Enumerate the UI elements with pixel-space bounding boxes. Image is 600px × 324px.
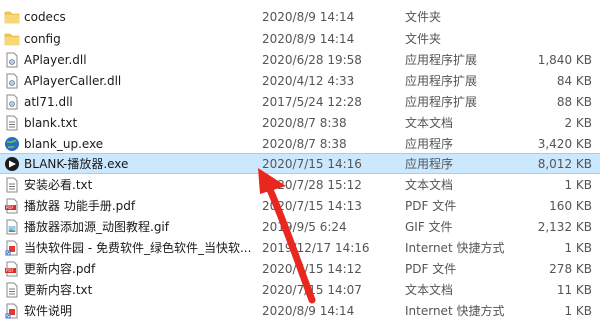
file-size: 3,420 KB: [537, 137, 592, 151]
file-size: 160 KB: [549, 199, 592, 213]
file-name: APlayer.dll: [24, 53, 87, 67]
file-size: 278 KB: [549, 262, 592, 276]
player-app-icon: [4, 156, 20, 172]
file-type: 应用程序: [405, 157, 454, 171]
file-name: blank_up.exe: [24, 137, 104, 151]
file-name: 安装必看.txt: [24, 178, 93, 192]
file-date: 2020/8/9 14:14: [262, 304, 355, 318]
dll-file-icon: [4, 94, 20, 110]
file-row[interactable]: PDF 更新内容.pdf 2020/7/15 14:12 PDF 文件 278 KB: [0, 259, 600, 280]
file-type: Internet 快捷方式: [405, 304, 505, 318]
file-type: 文本文档: [405, 283, 454, 297]
file-name: BLANK-播放器.exe: [24, 157, 129, 171]
internet-shortcut-icon: [4, 240, 20, 256]
file-type: 文件夹: [405, 32, 442, 46]
file-row[interactable]: PDF 播放器 功能手册.pdf 2020/7/15 14:13 PDF 文件 160 …: [0, 196, 600, 217]
file-size: 1 KB: [564, 241, 592, 255]
file-date: 2020/8/9 14:14: [262, 10, 355, 24]
pdf-file-icon: PDF: [4, 198, 20, 214]
file-date: 2020/8/9 14:14: [262, 32, 355, 46]
dll-file-icon: [4, 73, 20, 89]
file-date: 2020/8/7 8:38: [262, 116, 347, 130]
folder-icon: [4, 31, 20, 47]
file-date: 2020/7/28 15:12: [262, 178, 362, 192]
file-row[interactable]: blank_up.exe 2020/8/7 8:38 应用程序 3,420 KB: [0, 134, 600, 155]
file-name: 软件说明: [24, 304, 73, 318]
file-size: 8,012 KB: [537, 157, 592, 171]
file-date: 2020/6/28 19:58: [262, 53, 362, 67]
file-type: PDF 文件: [405, 262, 457, 276]
file-size: 1 KB: [564, 178, 592, 192]
file-date: 2020/7/15 14:13: [262, 199, 362, 213]
image-file-icon: [4, 219, 20, 235]
file-name: atl71.dll: [24, 95, 73, 109]
file-date: 2020/8/7 8:38: [262, 137, 347, 151]
file-row[interactable]: codecs 2020/8/9 14:14 文件夹: [0, 7, 600, 28]
folder-icon: [4, 9, 20, 25]
file-type: 应用程序扩展: [405, 74, 478, 88]
file-name: config: [24, 32, 61, 46]
file-row[interactable]: 当快软件园 - 免费软件_绿色软件_当快软... 2019/12/17 14:16…: [0, 238, 600, 259]
file-row[interactable]: 播放器添加源_动图教程.gif 2019/9/5 6:24 GIF 文件 2,132 …: [0, 217, 600, 238]
file-date: 2017/5/24 12:28: [262, 95, 362, 109]
file-row[interactable]: blank.txt 2020/8/7 8:38 文本文档 2 KB: [0, 113, 600, 134]
file-name: 更新内容.pdf: [24, 262, 96, 276]
file-size: 1 KB: [564, 304, 592, 318]
file-row[interactable]: APlayer.dll 2020/6/28 19:58 应用程序扩展 1,840 KB: [0, 50, 600, 71]
file-type: PDF 文件: [405, 199, 457, 213]
file-size: 1,840 KB: [537, 53, 592, 67]
file-name: 播放器添加源_动图教程.gif: [24, 220, 169, 234]
file-name: codecs: [24, 10, 66, 24]
file-name: 更新内容.txt: [24, 283, 93, 297]
file-date: 2019/9/5 6:24: [262, 220, 347, 234]
file-row[interactable]: 软件说明 2020/8/9 14:14 Internet 快捷方式 1 KB: [0, 301, 600, 322]
svg-text:PDF: PDF: [6, 205, 14, 210]
text-file-icon: [4, 282, 20, 298]
file-date: 2019/12/17 14:16: [262, 241, 370, 255]
file-date: 2020/4/12 4:33: [262, 74, 355, 88]
file-type: 文件夹: [405, 10, 442, 24]
file-date: 2020/7/15 14:12: [262, 262, 362, 276]
file-name: 当快软件园 - 免费软件_绿色软件_当快软...: [24, 241, 252, 255]
file-name: blank.txt: [24, 116, 78, 130]
file-type: 应用程序扩展: [405, 95, 478, 109]
globe-app-icon: [4, 136, 20, 152]
file-row[interactable]: 更新内容.txt 2020/7/15 14:07 文本文档 11 KB: [0, 280, 600, 301]
file-type: 文本文档: [405, 178, 454, 192]
internet-shortcut-icon: [4, 303, 20, 319]
file-date: 2020/7/15 14:16: [262, 157, 362, 171]
file-row[interactable]: atl71.dll 2017/5/24 12:28 应用程序扩展 88 KB: [0, 92, 600, 113]
text-file-icon: [4, 177, 20, 193]
pdf-file-icon: PDF: [4, 261, 20, 277]
file-date: 2020/7/15 14:07: [262, 283, 362, 297]
file-size: 2,132 KB: [537, 220, 592, 234]
dll-file-icon: [4, 52, 20, 68]
file-row[interactable]: BLANK-播放器.exe 2020/7/15 14:16 应用程序 8,012 KB: [0, 153, 600, 174]
file-type: Internet 快捷方式: [405, 241, 505, 255]
file-type: 文本文档: [405, 116, 454, 130]
file-row[interactable]: config 2020/8/9 14:14 文件夹: [0, 29, 600, 50]
file-size: 2 KB: [564, 116, 592, 130]
file-name: APlayerCaller.dll: [24, 74, 122, 88]
text-file-icon: [4, 115, 20, 131]
file-type: 应用程序: [405, 137, 454, 151]
file-type: 应用程序扩展: [405, 53, 478, 67]
file-name: 播放器 功能手册.pdf: [24, 199, 136, 213]
file-size: 84 KB: [556, 74, 592, 88]
svg-text:PDF: PDF: [6, 268, 14, 273]
file-size: 11 KB: [556, 283, 592, 297]
file-type: GIF 文件: [405, 220, 453, 234]
file-row[interactable]: 安装必看.txt 2020/7/28 15:12 文本文档 1 KB: [0, 175, 600, 196]
file-size: 88 KB: [556, 95, 592, 109]
file-row[interactable]: APlayerCaller.dll 2020/4/12 4:33 应用程序扩展 84 …: [0, 71, 600, 92]
